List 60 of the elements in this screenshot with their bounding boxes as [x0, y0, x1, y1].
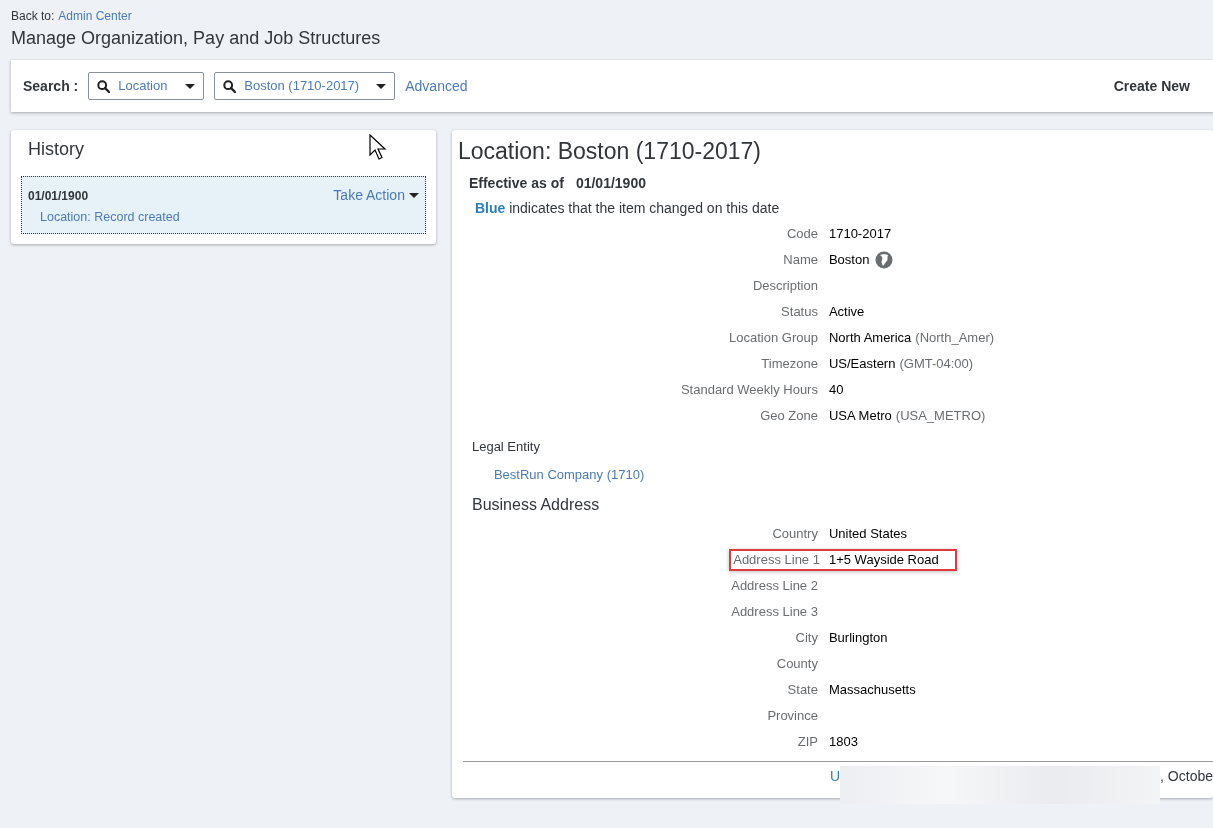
- field-value: US/Eastern: [828, 354, 896, 373]
- field-code: (USA_METRO): [895, 406, 986, 425]
- entry-date: 01/01/1900: [28, 187, 89, 205]
- history-title: History: [28, 139, 84, 159]
- effective-date: 01/01/1900: [575, 173, 646, 193]
- page-title: Manage Organization, Pay and Job Structures: [11, 27, 382, 50]
- field-label: Address Line 2: [730, 576, 819, 595]
- legend-text: Blue indicates that the item changed on this date: [473, 198, 781, 218]
- take-action-menu[interactable]: Take Action: [333, 185, 419, 206]
- field-value: North America: [828, 328, 912, 347]
- field-label: Code: [785, 224, 819, 243]
- caret-icon: [185, 83, 196, 89]
- field-value: Massachusetts: [828, 680, 916, 699]
- field-label: Status: [780, 302, 819, 321]
- field-label: Description: [751, 276, 819, 295]
- search-icon: [223, 79, 237, 93]
- create-new-button[interactable]: Create New: [1113, 75, 1190, 97]
- record-title: Location: Boston (1710-2017): [457, 137, 762, 166]
- section-label: Legal Entity: [470, 437, 541, 456]
- field-value: United States: [828, 524, 907, 543]
- field-value: 40: [828, 380, 844, 399]
- section-title: Business Address: [470, 494, 601, 515]
- entry-description: Location: Record created: [39, 209, 181, 226]
- field-value: Active: [828, 302, 865, 321]
- field-code: (GMT-04:00): [899, 354, 974, 373]
- field-value: Burlington: [828, 628, 888, 647]
- field-label: Timezone: [760, 354, 819, 373]
- field-label: Address Line 1: [732, 550, 821, 569]
- field-label: Standard Weekly Hours: [679, 380, 819, 399]
- advanced-link[interactable]: Advanced: [405, 75, 468, 97]
- field-value: 1803: [828, 732, 858, 751]
- cursor-icon: [369, 134, 387, 161]
- legal-entity-link[interactable]: BestRun Company (1710): [457, 456, 681, 485]
- admin-center-link[interactable]: Admin Center: [58, 7, 132, 25]
- record-select[interactable]: Boston (1710-2017): [214, 72, 396, 100]
- footer-text: , Octobe: [1160, 766, 1213, 786]
- effective-label: Effective as of: [468, 173, 564, 193]
- field-label: Country: [771, 524, 819, 543]
- back-label: Back to:: [11, 8, 55, 25]
- search-icon: [97, 79, 111, 93]
- field-label: ZIP: [796, 732, 819, 751]
- footer-text: U: [829, 766, 841, 786]
- field-value: Boston: [828, 250, 870, 269]
- caret-icon: [376, 83, 387, 89]
- history-entry[interactable]: 01/01/1900 Take Action Location: Record created: [21, 176, 426, 234]
- search-label: Search :: [23, 76, 79, 96]
- globe-icon[interactable]: [875, 250, 894, 269]
- type-select[interactable]: Location: [88, 72, 205, 100]
- field-label: Province: [766, 706, 819, 725]
- field-value: USA Metro: [828, 406, 892, 425]
- field-value: 1710-2017: [828, 224, 892, 243]
- field-label: Name: [782, 250, 819, 269]
- field-label: Address Line 3: [730, 602, 819, 621]
- field-label: Location Group: [728, 328, 819, 347]
- field-value: 1+5 Wayside Road: [828, 550, 939, 569]
- field-label: Geo Zone: [759, 406, 819, 425]
- field-label: County: [775, 654, 819, 673]
- field-label: State: [786, 680, 819, 699]
- field-label: City: [794, 628, 819, 647]
- field-code: (North_Amer): [915, 328, 995, 347]
